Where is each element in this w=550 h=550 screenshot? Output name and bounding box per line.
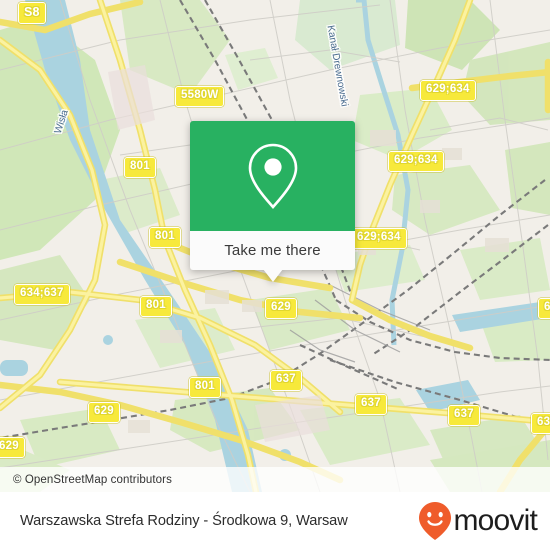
road-shield: 629;634: [420, 80, 476, 101]
road-shield: S8: [18, 2, 46, 24]
map-canvas[interactable]: S8 5580W 629;634 629;634 801 801 629;634 634;63…: [0, 0, 550, 492]
road-shield: 637: [355, 394, 387, 415]
road-shield: 634;637: [14, 284, 70, 305]
moovit-wordmark: moovit: [453, 504, 537, 537]
road-shield: 629;634: [388, 151, 444, 172]
map-pin-icon: [248, 143, 297, 209]
road-shield: 637: [270, 370, 302, 391]
road-shield: 637: [531, 413, 550, 434]
road-shield: 5580W: [175, 86, 225, 107]
footer-bar: Warszawska Strefa Rodziny - Środkowa 9, …: [0, 492, 550, 550]
map-attribution-bar: © OpenStreetMap contributors: [0, 467, 550, 492]
road-shield: 801: [124, 157, 156, 178]
road-shield: 629: [0, 437, 25, 458]
road-shield: 629: [538, 298, 550, 319]
road-shield: 801: [189, 377, 221, 398]
road-shield: 629;634: [351, 228, 407, 249]
location-popup[interactable]: Take me there: [190, 121, 355, 282]
moovit-logo[interactable]: moovit: [418, 501, 538, 541]
popup-image-area: [190, 121, 355, 231]
road-shield: 801: [149, 227, 181, 248]
moovit-pin-smiley-icon: [419, 502, 452, 540]
road-shield: 801: [140, 296, 172, 317]
page-title: Warszawska Strefa Rodziny - Środkowa 9, …: [20, 513, 348, 529]
osm-attribution-text[interactable]: © OpenStreetMap contributors: [0, 474, 172, 486]
road-shield: 637: [448, 405, 480, 426]
take-me-there-label: Take me there: [224, 242, 321, 259]
road-shield: 629: [265, 298, 297, 319]
popup-pointer: [262, 269, 283, 282]
map-screenshot: S8 5580W 629;634 629;634 801 801 629;634 634;63…: [0, 0, 550, 550]
road-shield: 629: [88, 402, 120, 423]
popup-action-bar[interactable]: Take me there: [190, 231, 355, 282]
